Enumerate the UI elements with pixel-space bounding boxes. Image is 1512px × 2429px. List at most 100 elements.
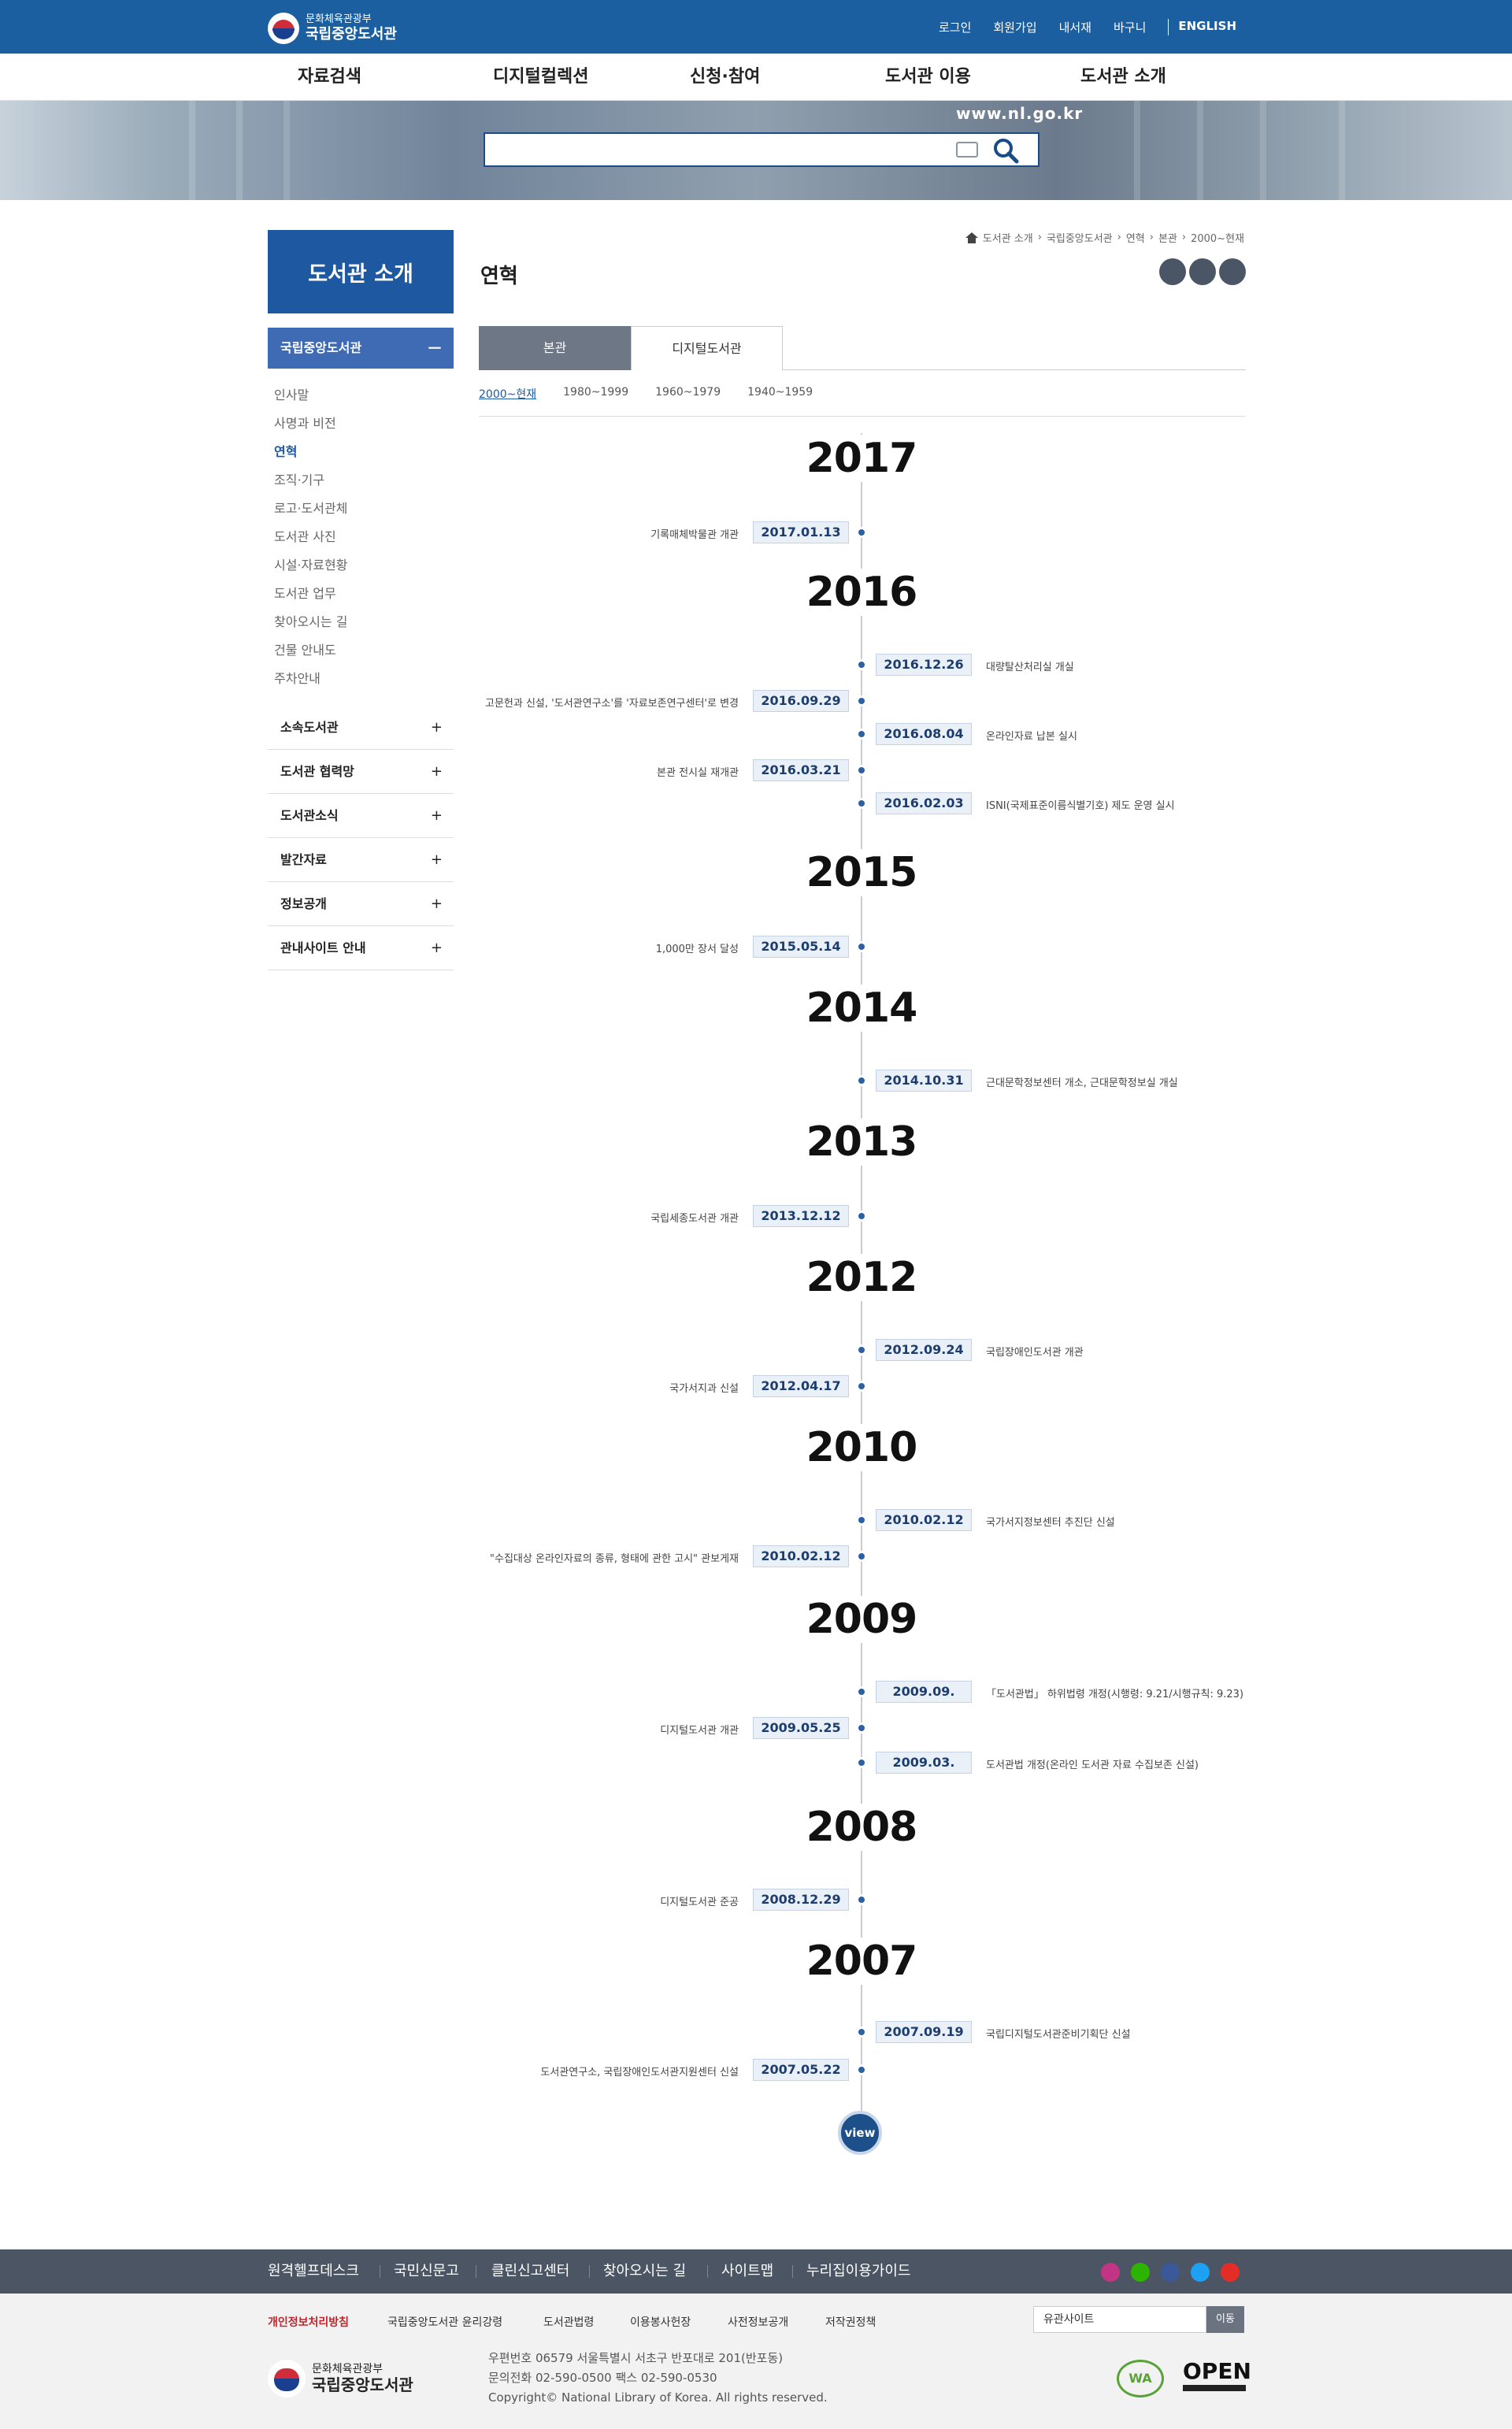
nav-search[interactable]: 자료검색 [298,54,361,101]
footer-link-sitemap[interactable]: 사이트맵 [721,2249,773,2294]
timeline-date: 2016.12.26 [876,654,972,676]
footer-link-epeople[interactable]: 국민신문고 [394,2249,459,2294]
timeline-event: 디지털도서관 개관 [660,1725,739,1737]
home-icon[interactable] [965,232,978,243]
footer-link-directions[interactable]: 찾아오시는 길 [603,2249,686,2294]
twitter-icon[interactable] [1191,2263,1210,2282]
sidebar-item-facilities[interactable]: 시설·자료현황 [274,554,347,573]
sidebar-item-mission[interactable]: 사명과 비전 [274,413,336,432]
login-link[interactable]: 로그인 [939,19,971,35]
instagram-icon[interactable] [1101,2263,1120,2282]
go-button[interactable]: 이동 [1206,2306,1244,2333]
timeline-dot [856,1551,867,1562]
basket-link[interactable]: 바구니 [1114,19,1146,35]
tab-digital-library[interactable]: 디지털도서관 [631,326,783,370]
sidebar-group-publications[interactable]: 발간자료 + [268,838,454,882]
url-text: www.nl.go.kr [956,104,1084,123]
emblem-icon [268,2360,306,2397]
bookmark-icon[interactable] [1189,258,1216,285]
timeline-event: 대량탈산처리실 개실 [986,662,1074,673]
period-2000[interactable]: 2000~현재 [479,386,536,402]
footer-disclosure[interactable]: 사전정보공개 [728,2314,788,2330]
timeline-dot [856,527,867,538]
tab-main-building[interactable]: 본관 [479,326,631,370]
sidebar-item-organization[interactable]: 조직·기구 [274,469,324,488]
period-1940[interactable]: 1940~1959 [747,386,813,402]
footer-link-guide[interactable]: 누리집이용가이드 [806,2249,910,2294]
nav-apply[interactable]: 신청·참여 [690,54,760,101]
breadcrumb: 도서관 소개 › 국립중앙도서관 › 연혁 › 본관 › 2000~현재 [965,230,1244,245]
sidebar-item-greeting[interactable]: 인사말 [274,384,309,403]
my-library-link[interactable]: 내서재 [1059,19,1091,35]
plus-icon: + [430,940,443,956]
sidebar-item-history[interactable]: 연혁 [274,441,297,460]
keyboard-icon[interactable] [956,142,978,158]
timeline-dot [856,1075,867,1086]
blog-icon[interactable] [1131,2263,1150,2282]
related-site-select[interactable]: 유관사이트 [1033,2306,1206,2333]
footer-logo: 문화체육관광부 국립중앙도서관 [268,2360,413,2397]
timeline-event: 국가서지정보센터 추진단 신설 [986,1517,1115,1529]
timeline-event: 「도서관법」 하위법령 개정(시행령: 9.21/시행규칙: 9.23) [986,1689,1244,1700]
minus-icon: － [427,339,443,358]
timeline-event: 도서관연구소, 국립장애인도서관지원센터 신설 [540,2067,739,2079]
timeline-year: 2010 [783,1424,940,1471]
sidebar-item-logo[interactable]: 로고·도서관체 [274,498,347,517]
timeline-event: ISNI(국제표준이름식별기호) 제도 운영 실시 [986,800,1175,812]
footer-ethics[interactable]: 국립중앙도서관 윤리강령 [387,2314,502,2330]
sidebar-item-parking[interactable]: 주차안내 [274,668,321,687]
timeline-date: 2016.08.04 [876,723,972,745]
sidebar-group-network[interactable]: 도서관 협력망 + [268,750,454,794]
share-icon[interactable] [1219,258,1246,285]
nav-library-intro[interactable]: 도서관 소개 [1080,54,1166,101]
sidebar-group-news[interactable]: 도서관소식 + [268,794,454,838]
english-link[interactable]: ENGLISH [1168,19,1236,35]
timeline-year: 2007 [783,1938,940,1985]
sidebar-group-sites[interactable]: 관내사이트 안내 + [268,926,454,970]
timeline-event: 국립디지털도서관준비기획단 신설 [986,2029,1131,2041]
timeline-event: 기록매체박물관 개관 [650,529,739,541]
nav-library-use[interactable]: 도서관 이용 [885,54,971,101]
open-badge: OPEN [1183,2360,1251,2394]
main-nav: 자료검색 디지털컬렉션 신청·참여 도서관 이용 도서관 소개 [0,54,1512,101]
plus-icon: + [430,763,443,780]
timeline-date: 2010.02.12 [876,1509,972,1531]
timeline-event: 디지털도서관 준공 [660,1897,739,1908]
divider [479,416,1246,417]
period-1960[interactable]: 1960~1979 [655,386,721,402]
print-icon[interactable] [1159,258,1186,285]
sidebar-item-work[interactable]: 도서관 업무 [274,583,336,602]
sidebar-item-floor-map[interactable]: 건물 안내도 [274,640,336,658]
timeline-year: 2013 [783,1118,940,1166]
period-1980[interactable]: 1980~1999 [563,386,628,402]
footer-link-clean[interactable]: 클린신고센터 [491,2249,569,2294]
timeline-date: 2009.05.25 [753,1717,849,1739]
sidebar-group-disclosure[interactable]: 정보공개 + [268,882,454,926]
sidebar-item-directions[interactable]: 찾아오시는 길 [274,611,347,630]
timeline-date: 2007.09.19 [876,2021,972,2043]
footer-law[interactable]: 도서관법령 [543,2314,594,2330]
footer-copyright-policy[interactable]: 저작권정책 [825,2314,876,2330]
nav-digital-collection[interactable]: 디지털컬렉션 [493,54,588,101]
footer-link-helpdesk[interactable]: 원격헬프데스크 [268,2249,359,2294]
timeline-event: 국립세종도서관 개관 [650,1213,739,1225]
timeline-dot [856,798,867,809]
view-button[interactable]: view [838,2111,882,2155]
youtube-icon[interactable] [1221,2263,1240,2282]
facebook-icon[interactable] [1161,2263,1180,2282]
timeline-dot [856,659,867,670]
sidebar-group-active[interactable]: 국립중앙도서관 － [268,328,454,369]
sidebar-group-affiliated[interactable]: 소속도서관 + [268,706,454,750]
footer-charter[interactable]: 이용봉사헌장 [630,2314,691,2330]
sidebar-item-photos[interactable]: 도서관 사진 [274,526,336,545]
timeline-event: 본관 전시실 재개관 [657,767,739,779]
timeline-date: 2016.03.21 [753,759,849,781]
timeline-date: 2015.05.14 [753,936,849,958]
join-link[interactable]: 회원가입 [993,19,1036,35]
search-icon[interactable] [992,137,1019,164]
timeline-dot [856,1757,867,1768]
footer-links-bar: 원격헬프데스크 국민신문고 클린신고센터 찾아오시는 길 사이트맵 누리집이용가… [0,2249,1512,2294]
footer-privacy[interactable]: 개인정보처리방침 [268,2314,349,2330]
site-logo[interactable]: 문화체육관광부 국립중앙도서관 [268,13,397,44]
timeline-dot [856,1381,867,1392]
